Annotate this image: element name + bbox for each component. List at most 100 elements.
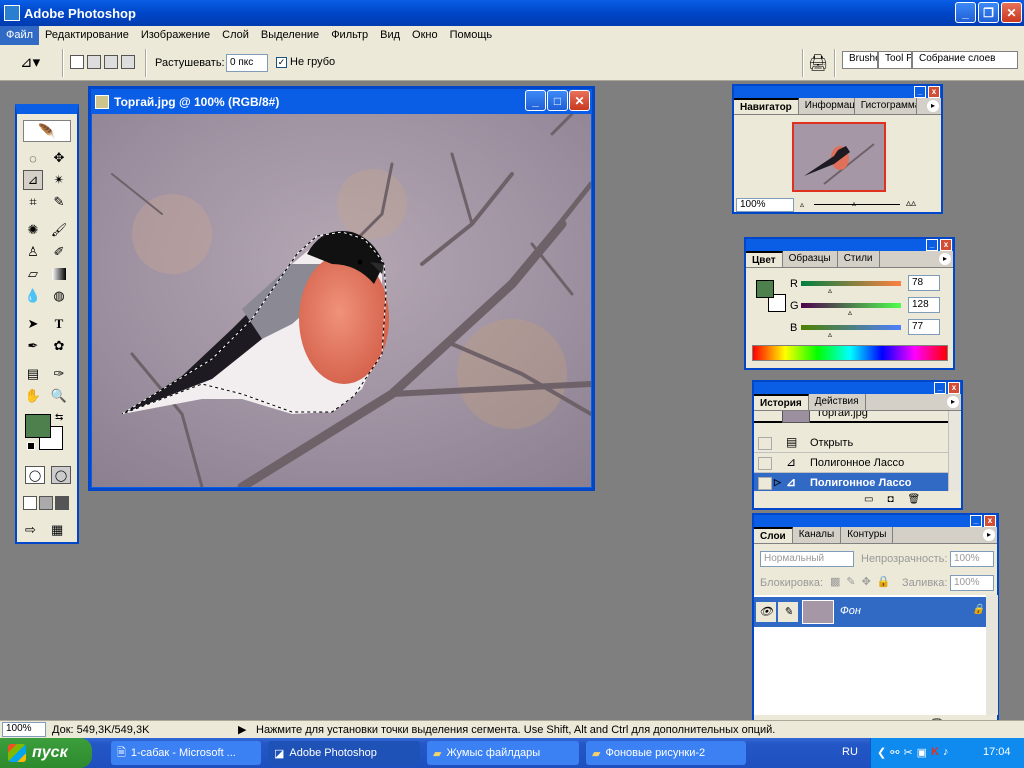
crop-icon[interactable]: ⌗ — [23, 192, 43, 212]
history-item[interactable]: ⊿ Полигонное Лассо — [754, 453, 948, 473]
clone-stamp-icon[interactable]: ♙ — [23, 242, 43, 262]
marquee-icon[interactable]: ◌ — [23, 148, 43, 168]
history-close-button[interactable]: x — [948, 382, 960, 394]
color-minimize-button[interactable]: _ — [926, 239, 938, 251]
tab-layers[interactable]: Слои — [754, 527, 793, 543]
tray-back-icon[interactable]: ❮ — [877, 746, 886, 759]
feather-logo-icon[interactable]: 🪶 — [23, 120, 71, 142]
doc-maximize-button[interactable]: □ — [547, 90, 568, 111]
intersect-selection-icon[interactable] — [121, 55, 135, 69]
menu-file[interactable]: Файл — [0, 26, 40, 45]
pen-icon[interactable]: ✒ — [23, 336, 43, 356]
slice-icon[interactable]: ✎ — [49, 192, 69, 212]
layers-scrollbar[interactable] — [986, 595, 998, 715]
custom-shape-icon[interactable]: ✿ — [49, 336, 69, 356]
navigator-thumbnail[interactable] — [792, 122, 886, 192]
delete-state-icon[interactable]: 🗑 — [908, 494, 921, 505]
menu-help[interactable]: Помощь — [444, 26, 499, 45]
task-folder-2[interactable]: ▰ Фоновые рисунки-2 — [586, 741, 746, 765]
restore-button[interactable]: ❐ — [978, 2, 999, 23]
r-slider-handle[interactable]: ▵ — [828, 286, 832, 295]
notes-icon[interactable]: ▤ — [23, 364, 43, 384]
tab-paths[interactable]: Контуры — [841, 527, 894, 543]
eraser-icon[interactable]: ▱ — [23, 264, 43, 284]
history-source-box[interactable] — [758, 457, 772, 470]
image-canvas[interactable] — [92, 114, 591, 487]
screen-mode-full-menu-icon[interactable] — [39, 496, 53, 510]
g-input[interactable]: 128 — [908, 297, 940, 313]
nav-close-button[interactable]: x — [928, 86, 940, 98]
tray-app-icon[interactable]: ▣ — [917, 746, 927, 759]
start-button[interactable]: пуск — [0, 738, 92, 768]
history-scrollbar[interactable] — [948, 411, 960, 491]
jump-to-imageready-icon[interactable]: ⇨ — [25, 522, 36, 538]
color-menu-icon[interactable]: ▸ — [939, 253, 951, 265]
opacity-input[interactable]: 100% — [950, 551, 994, 567]
history-source-box[interactable] — [758, 437, 772, 450]
polygonal-lasso-icon[interactable]: ⊿ — [23, 170, 43, 190]
swap-colors-icon[interactable]: ⇆ — [55, 412, 63, 423]
brush-icon[interactable]: 🖌 — [49, 220, 69, 240]
move-icon[interactable]: ✥ — [49, 148, 69, 168]
feather-input[interactable]: 0 пкс — [226, 54, 268, 72]
status-menu-arrow-icon[interactable]: ▶ — [238, 723, 246, 736]
menu-select[interactable]: Выделение — [255, 26, 325, 45]
blend-mode-select[interactable]: Нормальный — [760, 551, 854, 567]
tab-styles[interactable]: Стили — [838, 251, 880, 267]
path-selection-icon[interactable]: ➤ — [23, 314, 43, 334]
layer-row[interactable]: 👁 ✎ Фон 🔒 — [754, 597, 986, 627]
polygonal-lasso-preset-icon[interactable]: ⊿▾ — [20, 53, 40, 71]
tab-history[interactable]: История — [754, 394, 809, 410]
history-snapshot[interactable]: Торгай.jpg — [754, 411, 948, 423]
history-menu-icon[interactable]: ▸ — [947, 396, 959, 408]
lock-position-icon[interactable]: ✥ — [862, 575, 871, 588]
b-slider[interactable] — [801, 325, 901, 330]
screen-mode-full-icon[interactable] — [55, 496, 69, 510]
antialias-checkbox[interactable]: ✓ — [276, 56, 287, 68]
menu-view[interactable]: Вид — [374, 26, 406, 45]
b-slider-handle[interactable]: ▵ — [828, 330, 832, 339]
minimize-button[interactable]: _ — [955, 2, 976, 23]
new-selection-icon[interactable] — [70, 55, 84, 69]
hand-icon[interactable]: ✋ — [23, 386, 43, 406]
tab-histogram[interactable]: Гистограмма — [855, 98, 917, 114]
zoom-icon[interactable]: 🔍 — [49, 386, 69, 406]
b-input[interactable]: 77 — [908, 319, 940, 335]
color-close-button[interactable]: x — [940, 239, 952, 251]
tab-info[interactable]: Информация — [799, 98, 855, 114]
dodge-icon[interactable]: ◍ — [49, 286, 69, 306]
r-input[interactable]: 78 — [908, 275, 940, 291]
healing-brush-icon[interactable]: ✺ — [23, 220, 43, 240]
history-minimize-button[interactable]: _ — [934, 382, 946, 394]
tab-navigator[interactable]: Навигатор — [734, 98, 799, 114]
new-document-from-state-icon[interactable]: ▭ — [864, 494, 873, 505]
file-browser-icon[interactable]: 🖨 — [808, 53, 828, 73]
tab-swatches[interactable]: Образцы — [783, 251, 838, 267]
menu-edit[interactable]: Редактирование — [39, 26, 135, 45]
navigator-zoom-input[interactable]: 100% — [736, 198, 794, 212]
brushes-well[interactable]: Brushes — [842, 51, 878, 69]
eyedropper-icon[interactable]: ✑ — [49, 364, 69, 384]
lock-transparency-icon[interactable]: ▩ — [830, 575, 840, 588]
color-ramp[interactable] — [752, 345, 948, 361]
tray-network-icon[interactable]: ⚯ — [890, 746, 899, 759]
layer-visibility-eye-icon[interactable]: 👁 — [756, 602, 776, 622]
r-slider[interactable] — [801, 281, 901, 286]
history-source-box[interactable] — [758, 477, 772, 490]
doc-close-button[interactable]: ✕ — [569, 90, 590, 111]
tray-volume-icon[interactable]: ♪ — [943, 746, 949, 759]
menu-window[interactable]: Окно — [406, 26, 444, 45]
tab-channels[interactable]: Каналы — [793, 527, 842, 543]
edit-in-imageready-icon[interactable]: ▦ — [51, 522, 63, 538]
layer-comps-well[interactable]: Собрание слоев — [912, 51, 1018, 69]
navigator-menu-icon[interactable]: ▸ — [927, 100, 939, 112]
screen-mode-standard-icon[interactable] — [23, 496, 37, 510]
close-button[interactable]: ✕ — [1001, 2, 1022, 23]
language-indicator[interactable]: RU — [842, 746, 858, 758]
foreground-color-swatch[interactable] — [25, 414, 51, 438]
blur-icon[interactable]: 💧 — [23, 286, 43, 306]
layers-close-button[interactable]: x — [984, 515, 996, 527]
add-selection-icon[interactable] — [87, 55, 101, 69]
new-snapshot-icon[interactable]: ◘ — [887, 494, 893, 505]
layers-minimize-button[interactable]: _ — [970, 515, 982, 527]
